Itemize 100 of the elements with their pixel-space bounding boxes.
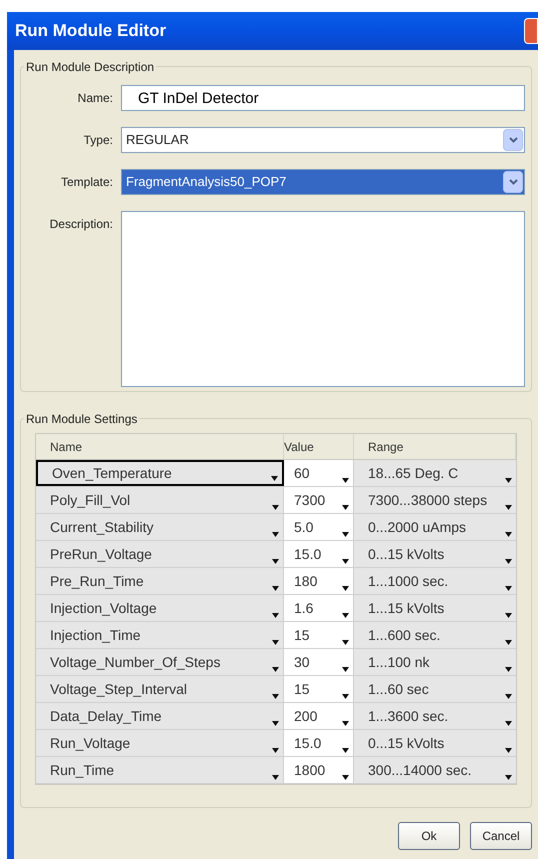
dropdown-arrow-icon bbox=[342, 667, 349, 672]
dropdown-field[interactable]: FragmentAnalysis50_POP7 bbox=[121, 169, 525, 195]
table-cell[interactable]: 0...15 kVolts bbox=[354, 730, 516, 756]
table-cell[interactable]: 30 bbox=[284, 649, 354, 675]
dropdown-arrow-icon bbox=[505, 613, 512, 618]
dropdown-arrow-icon bbox=[505, 748, 512, 753]
dropdown-arrow-icon bbox=[272, 694, 279, 699]
table-cell[interactable]: Run_Time bbox=[36, 757, 284, 783]
table-row[interactable]: Poly_Fill_Vol 7300 7300...38000 steps bbox=[36, 487, 516, 514]
dropdown-arrow-icon bbox=[272, 559, 279, 564]
table-cell[interactable]: 180 bbox=[284, 568, 354, 594]
table-cell[interactable]: PreRun_Voltage bbox=[36, 541, 284, 567]
dropdown-arrow-icon bbox=[505, 640, 512, 645]
table-cell[interactable]: 5.0 bbox=[284, 514, 354, 540]
table-cell[interactable]: Voltage_Number_Of_Steps bbox=[36, 649, 284, 675]
table-row[interactable]: Run_Time 1800 300...14000 sec. bbox=[36, 757, 516, 784]
dropdown-arrow-icon bbox=[342, 775, 349, 780]
table-row[interactable]: Voltage_Number_Of_Steps 30 1...100 nk bbox=[36, 649, 516, 676]
dropdown-arrow-icon bbox=[505, 694, 512, 699]
table-cell[interactable]: Injection_Voltage bbox=[36, 595, 284, 621]
table-cell[interactable]: Run_Voltage bbox=[36, 730, 284, 756]
table-cell[interactable]: Pre_Run_Time bbox=[36, 568, 284, 594]
dropdown-arrow-icon bbox=[272, 640, 279, 645]
table-cell[interactable]: 1...3600 sec. bbox=[354, 703, 516, 729]
table-row[interactable]: Run_Voltage 15.0 0...15 kVolts bbox=[36, 730, 516, 757]
table-cell[interactable]: Injection_Time bbox=[36, 622, 284, 648]
table-cell[interactable]: 7300...38000 steps bbox=[354, 487, 516, 513]
dropdown-arrow-icon bbox=[272, 748, 279, 753]
table-cell[interactable]: 1...15 kVolts bbox=[354, 595, 516, 621]
table-cell[interactable]: Poly_Fill_Vol bbox=[36, 487, 284, 513]
table-cell[interactable]: 15 bbox=[284, 622, 354, 648]
dropdown-arrow-icon bbox=[342, 559, 349, 564]
dropdown-arrow-icon bbox=[342, 613, 349, 618]
table-cell[interactable]: 1800 bbox=[284, 757, 354, 783]
table-row[interactable]: Data_Delay_Time 200 1...3600 sec. bbox=[36, 703, 516, 730]
field-label: Name: bbox=[76, 90, 114, 107]
dropdown-arrow-icon bbox=[271, 476, 278, 481]
table-cell[interactable]: 0...15 kVolts bbox=[354, 541, 516, 567]
table-cell[interactable]: Voltage_Step_Interval bbox=[36, 676, 284, 702]
dropdown-arrow-icon bbox=[272, 505, 279, 510]
table-row[interactable]: Oven_Temperature 60 18...65 Deg. C bbox=[36, 460, 516, 487]
table-cell[interactable]: 15.0 bbox=[284, 730, 354, 756]
dropdown-arrow-icon bbox=[505, 586, 512, 591]
dropdown-arrow-icon bbox=[342, 721, 349, 726]
table-cell[interactable]: 18...65 Deg. C bbox=[354, 460, 516, 486]
column-header[interactable]: Name bbox=[36, 434, 284, 459]
column-header[interactable]: Range bbox=[354, 434, 516, 459]
dropdown-arrow-icon bbox=[505, 532, 512, 537]
table-row[interactable]: PreRun_Voltage 15.0 0...15 kVolts bbox=[36, 541, 516, 568]
dropdown-arrow-icon bbox=[342, 748, 349, 753]
dropdown-arrow-icon bbox=[272, 586, 279, 591]
dropdown-arrow-icon bbox=[342, 532, 349, 537]
dropdown-arrow-icon bbox=[505, 775, 512, 780]
dialog-button[interactable]: Cancel bbox=[470, 822, 532, 850]
column-header[interactable]: Value bbox=[284, 434, 354, 459]
field-label: Description: bbox=[48, 216, 114, 233]
table-cell[interactable]: Current_Stability bbox=[36, 514, 284, 540]
table-cell[interactable]: 1.6 bbox=[284, 595, 354, 621]
table-cell[interactable]: 0...2000 uAmps bbox=[354, 514, 516, 540]
table-row[interactable]: Voltage_Step_Interval 15 1...60 sec bbox=[36, 676, 516, 703]
dropdown-arrow-icon bbox=[272, 775, 279, 780]
close-button[interactable] bbox=[524, 18, 538, 44]
window-title: Run Module Editor bbox=[15, 20, 166, 42]
table-row[interactable]: Injection_Time 15 1...600 sec. bbox=[36, 622, 516, 649]
table-cell[interactable]: 7300 bbox=[284, 487, 354, 513]
table-cell[interactable]: 1...60 sec bbox=[354, 676, 516, 702]
table-cell[interactable]: 15 bbox=[284, 676, 354, 702]
dropdown-field[interactable]: REGULAR bbox=[121, 127, 525, 153]
table-cell[interactable]: Data_Delay_Time bbox=[36, 703, 284, 729]
table-row[interactable]: Pre_Run_Time 180 1...1000 sec. bbox=[36, 568, 516, 595]
dropdown-arrow-icon bbox=[505, 505, 512, 510]
dropdown-button[interactable] bbox=[503, 171, 523, 193]
dropdown-arrow-icon bbox=[505, 559, 512, 564]
description-field[interactable] bbox=[121, 211, 525, 387]
dropdown-button[interactable] bbox=[503, 129, 523, 151]
dropdown-arrow-icon bbox=[272, 721, 279, 726]
dropdown-arrow-icon bbox=[505, 721, 512, 726]
table-row[interactable]: Injection_Voltage 1.6 1...15 kVolts bbox=[36, 595, 516, 622]
field-label: Template: bbox=[60, 174, 114, 191]
table-cell[interactable]: 15.0 bbox=[284, 541, 354, 567]
dropdown-arrow-icon bbox=[272, 613, 279, 618]
dialog-button[interactable]: Ok bbox=[398, 822, 460, 850]
table-cell[interactable]: 1...100 nk bbox=[354, 649, 516, 675]
table-row[interactable]: Current_Stability 5.0 0...2000 uAmps bbox=[36, 514, 516, 541]
dropdown-arrow-icon bbox=[505, 478, 512, 483]
dropdown-arrow-icon bbox=[342, 505, 349, 510]
table-cell[interactable]: 60 bbox=[284, 460, 354, 486]
dropdown-arrow-icon bbox=[342, 478, 349, 483]
field-label: Type: bbox=[82, 132, 114, 149]
dropdown-arrow-icon bbox=[505, 667, 512, 672]
table-cell[interactable]: 1...1000 sec. bbox=[354, 568, 516, 594]
table-cell[interactable]: Oven_Temperature bbox=[36, 460, 284, 486]
dropdown-arrow-icon bbox=[272, 532, 279, 537]
name-field[interactable]: GT InDel Detector bbox=[121, 85, 525, 111]
dropdown-arrow-icon bbox=[342, 586, 349, 591]
table-cell[interactable]: 200 bbox=[284, 703, 354, 729]
table-cell[interactable]: 300...14000 sec. bbox=[354, 757, 516, 783]
dropdown-arrow-icon bbox=[342, 640, 349, 645]
chevron-down-icon bbox=[508, 137, 518, 143]
table-cell[interactable]: 1...600 sec. bbox=[354, 622, 516, 648]
